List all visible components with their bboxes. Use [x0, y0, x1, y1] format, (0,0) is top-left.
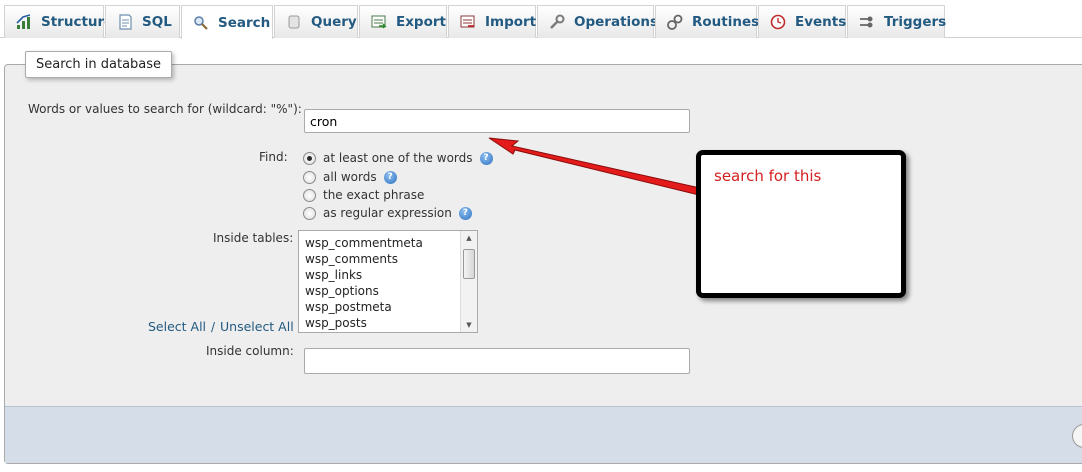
help-icon[interactable]: ?	[458, 206, 472, 220]
find-option-at-least-one[interactable]: at least one of the words ?	[303, 151, 493, 165]
import-icon	[459, 13, 477, 31]
scroll-thumb[interactable]	[463, 249, 475, 279]
find-label: Find:	[259, 150, 288, 164]
tab-search-label: Search	[218, 14, 271, 31]
table-option[interactable]: wsp_comments	[299, 251, 477, 267]
tab-export-label: Export	[396, 14, 446, 30]
find-option-all-words[interactable]: all words ?	[303, 170, 397, 184]
tab-events-label: Events	[795, 14, 847, 30]
radio-button[interactable]	[303, 206, 316, 220]
table-option[interactable]: wsp_options	[299, 283, 477, 299]
query-icon	[285, 13, 303, 31]
tab-triggers-label: Triggers	[884, 14, 947, 30]
table-option[interactable]: wsp_commentmeta	[299, 235, 477, 251]
tab-operations[interactable]: Operations	[537, 5, 658, 38]
column-input[interactable]	[304, 348, 690, 374]
words-input[interactable]	[304, 109, 690, 133]
search-icon	[192, 14, 210, 32]
radio-button[interactable]	[303, 188, 316, 202]
tab-query-label: Query	[311, 14, 357, 30]
tab-bar: Structure SQL Search Query Export Import	[0, 0, 1082, 39]
words-label: Words or values to search for (wildcard:…	[28, 102, 302, 116]
form-legend: Search in database	[25, 51, 173, 78]
tables-listbox[interactable]: wsp_commentmeta wsp_comments wsp_links w…	[298, 230, 478, 333]
tab-structure-label: Structure	[41, 14, 114, 30]
help-icon[interactable]: ?	[383, 170, 397, 184]
tab-structure[interactable]: Structure	[4, 5, 113, 38]
help-icon[interactable]: ?	[479, 151, 493, 165]
tab-routines-label: Routines	[692, 14, 760, 30]
find-option-regex[interactable]: as regular expression ?	[303, 206, 472, 220]
listbox-scrollbar[interactable]: ▲ ▼	[460, 231, 477, 332]
wrench-icon	[548, 13, 566, 31]
clock-icon	[769, 13, 787, 31]
tab-import-label: Import	[485, 14, 537, 30]
column-label: Inside column:	[206, 344, 294, 358]
tab-query[interactable]: Query	[274, 5, 358, 38]
table-option[interactable]: wsp_postmeta	[299, 299, 477, 315]
structure-icon	[15, 13, 33, 31]
scroll-down-icon[interactable]: ▼	[461, 318, 477, 332]
select-all-link[interactable]: Select All	[148, 319, 206, 334]
annotation-callout: search for this	[696, 150, 906, 298]
table-option[interactable]: wsp_links	[299, 267, 477, 283]
tab-sql[interactable]: SQL	[105, 5, 180, 38]
tab-triggers[interactable]: Triggers	[847, 5, 947, 38]
find-option-label: at least one of the words	[323, 151, 473, 165]
sql-icon	[116, 13, 134, 31]
export-icon	[370, 13, 388, 31]
select-separator: /	[211, 320, 216, 334]
routines-icon	[666, 13, 684, 31]
radio-button[interactable]	[303, 170, 316, 184]
tab-sql-label: SQL	[142, 14, 172, 30]
tab-import[interactable]: Import	[448, 5, 536, 38]
tab-operations-label: Operations	[574, 14, 659, 30]
table-option[interactable]: wsp_posts	[299, 315, 477, 331]
find-option-label: all words	[323, 170, 377, 184]
tab-routines[interactable]: Routines	[655, 5, 760, 38]
unselect-all-link[interactable]: Unselect All	[220, 319, 294, 334]
triggers-icon	[858, 13, 876, 31]
find-option-label: the exact phrase	[323, 188, 425, 202]
tables-label: Inside tables:	[213, 231, 294, 245]
form-footer	[5, 406, 1082, 463]
tab-export[interactable]: Export	[359, 5, 447, 38]
callout-text: search for this	[714, 167, 822, 185]
radio-button[interactable]	[303, 151, 316, 165]
scroll-up-icon[interactable]: ▲	[461, 231, 477, 245]
tab-search[interactable]: Search	[181, 5, 273, 39]
find-option-label: as regular expression	[323, 206, 452, 220]
find-option-exact-phrase[interactable]: the exact phrase	[303, 188, 424, 202]
tab-events[interactable]: Events	[758, 5, 846, 38]
